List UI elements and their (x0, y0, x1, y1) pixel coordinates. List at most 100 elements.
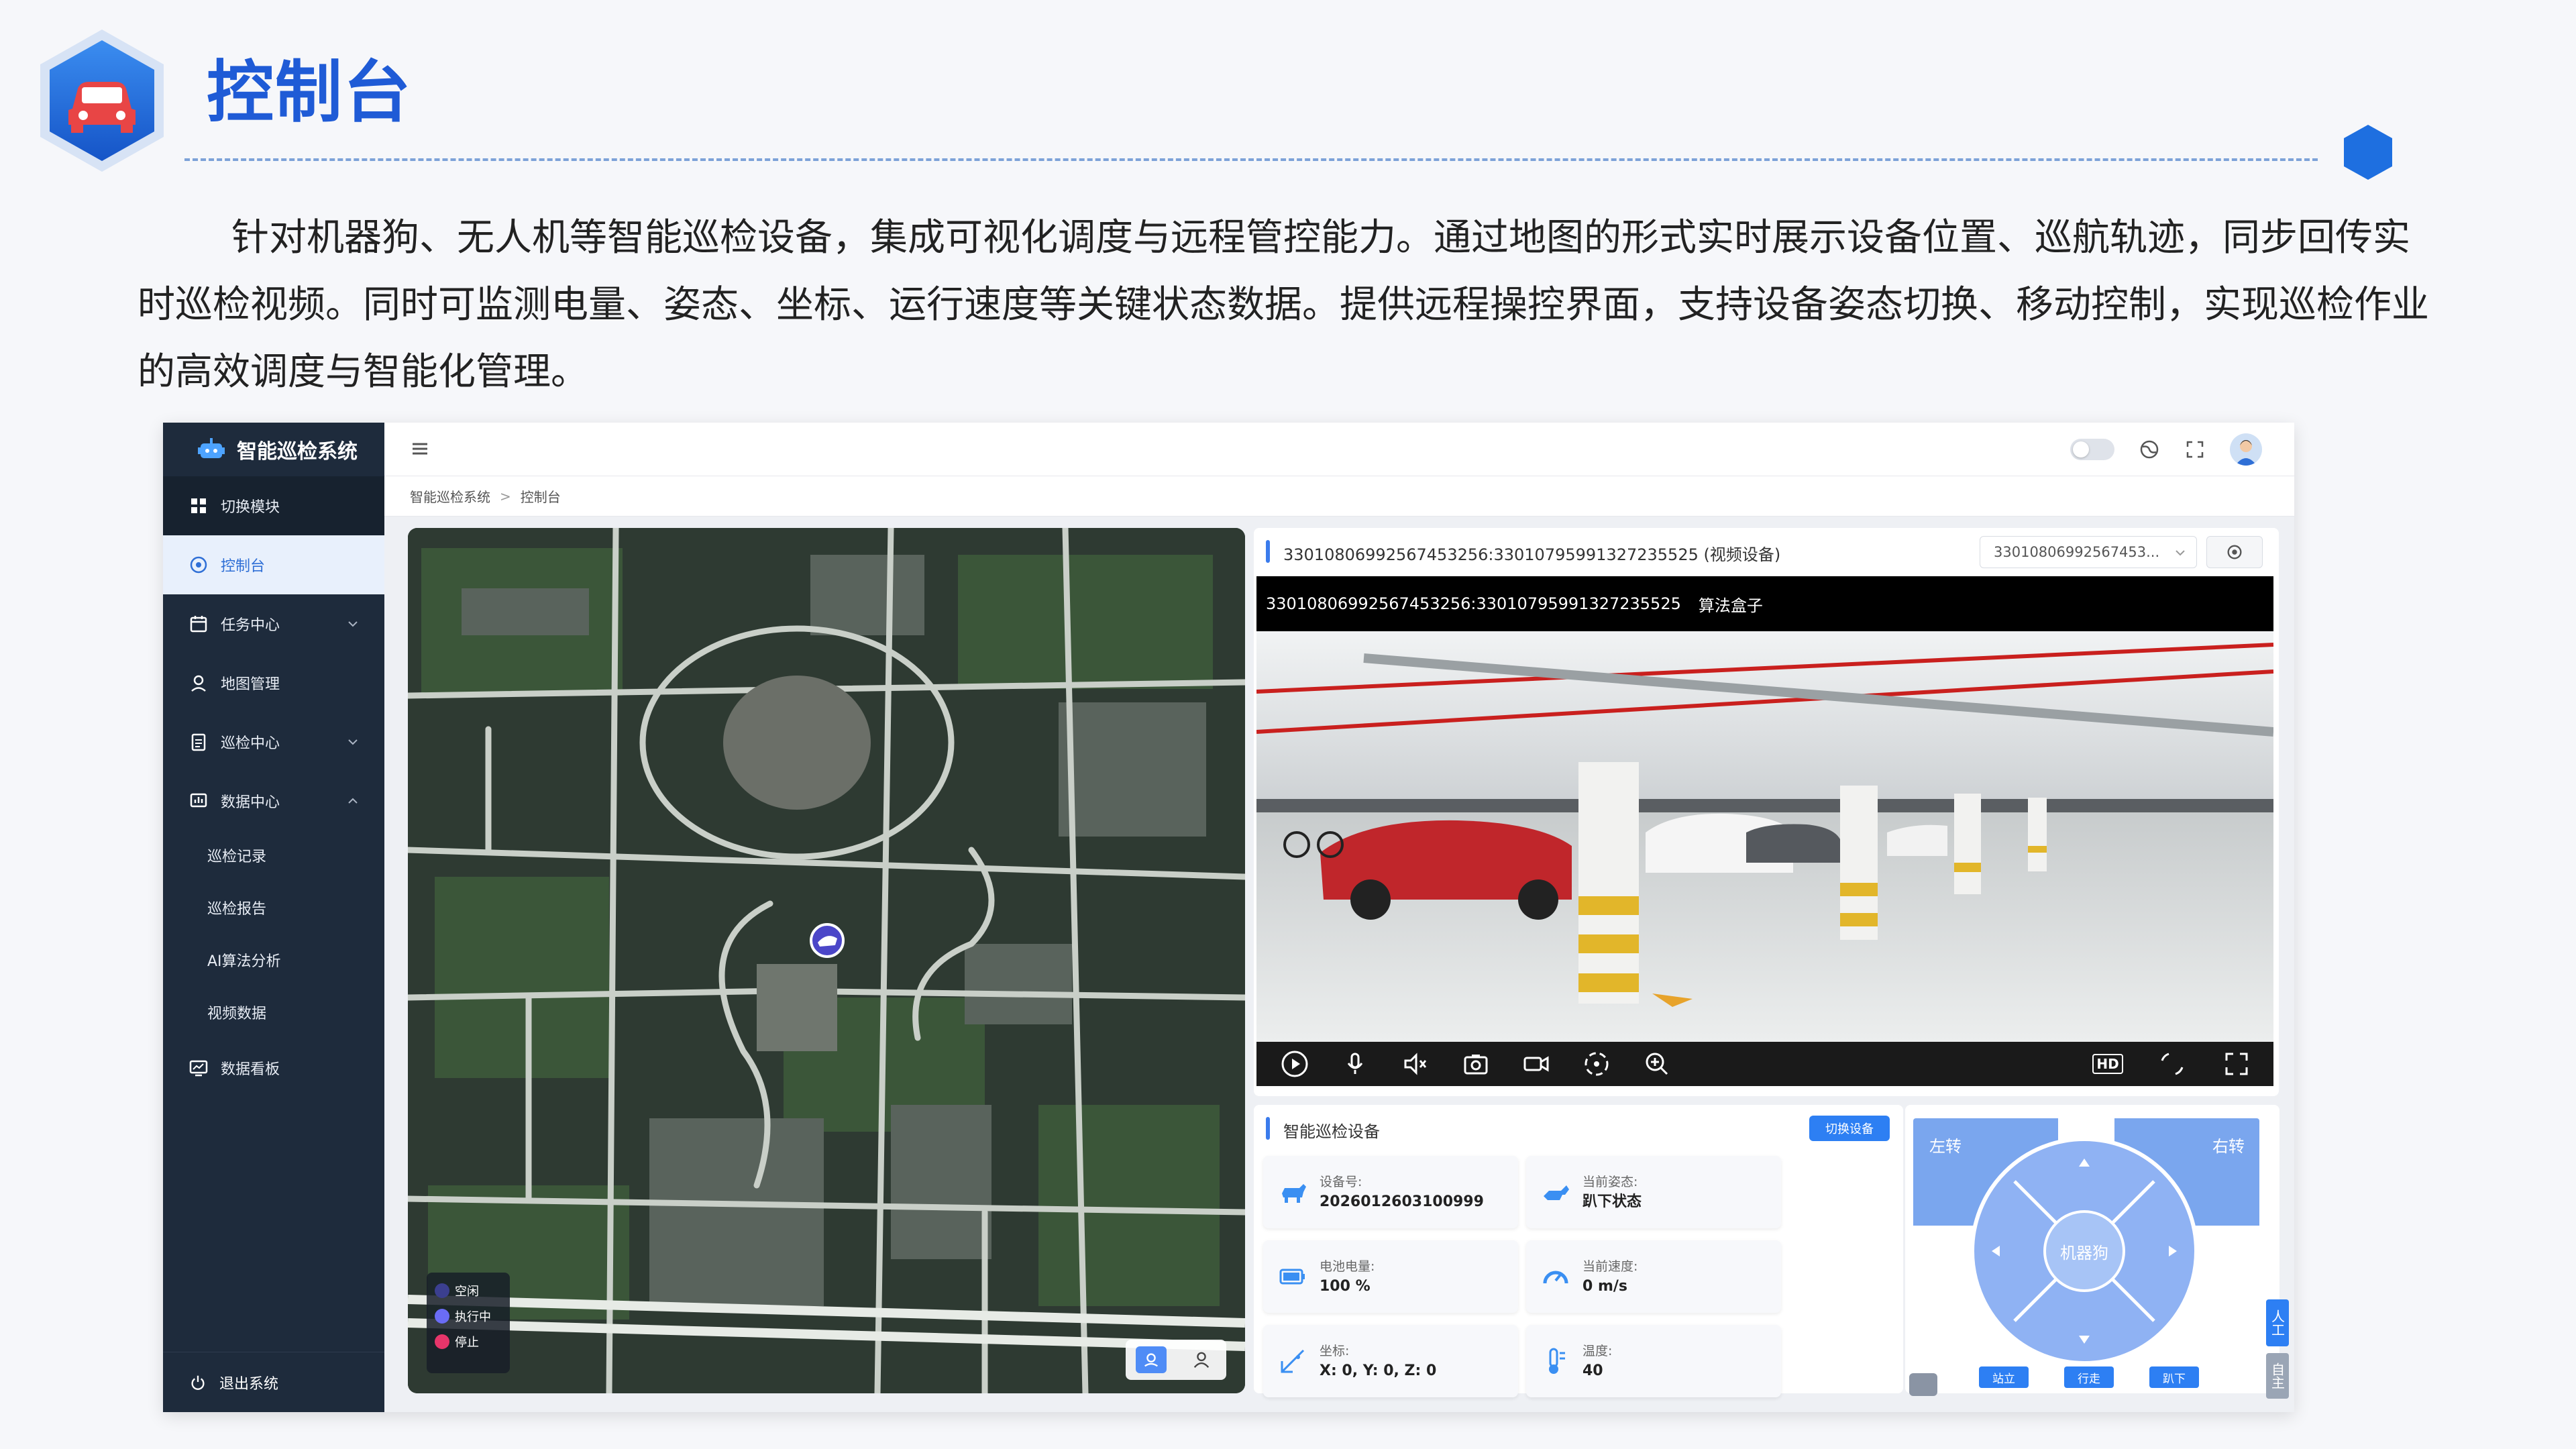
hd-button[interactable]: HD (2092, 1049, 2123, 1079)
device-id-card: 设备号: 2026012603100999 (1263, 1156, 1518, 1228)
fullscreen-icon[interactable] (2184, 439, 2206, 460)
camera-snapshot-icon[interactable] (1460, 1049, 1491, 1079)
car-badge-icon (40, 30, 164, 172)
top-bar-actions (2070, 433, 2262, 466)
clipboard-icon (191, 733, 206, 751)
top-bar (384, 423, 2294, 476)
switch-device-button[interactable]: 切换设备 (1809, 1116, 1890, 1141)
sidebar-item-inspection-records[interactable]: 巡检记录 (163, 829, 384, 881)
robot-logo-icon (198, 438, 225, 458)
video-controls-right: HD (2092, 1049, 2252, 1079)
speedometer-icon (1543, 1271, 1568, 1284)
robot-dog-icon (1282, 1184, 1306, 1203)
breadcrumb-item[interactable]: 智能巡检系统 (410, 486, 490, 506)
sidebar-item-data-dashboard[interactable]: 数据看板 (163, 1038, 384, 1097)
ptz-control-icon[interactable] (1581, 1049, 1612, 1079)
robot-dog-center-button[interactable]: 机器狗 (2043, 1210, 2125, 1292)
field-key: 温度: (1582, 1344, 1613, 1358)
sidebar-item-label: 切换模块 (221, 499, 280, 516)
legend-item-running: 执行中 (435, 1307, 502, 1325)
chevron-down-icon (348, 739, 358, 745)
sidebar-item-ai-analysis[interactable]: AI算法分析 (163, 934, 384, 986)
target-icon (2227, 545, 2242, 559)
sidebar-item-inspection-report[interactable]: 巡检报告 (163, 881, 384, 934)
turn-right-label: 右转 (2212, 1137, 2245, 1156)
field-value: 100 % (1320, 1278, 1371, 1295)
sidebar-item-video-data[interactable]: 视频数据 (163, 986, 384, 1038)
map-pin-icon (191, 675, 206, 692)
logout-label: 退出系统 (219, 1375, 279, 1393)
manual-mode-tab[interactable]: 人工 (2266, 1299, 2289, 1346)
field-value: 40 (1582, 1362, 1603, 1379)
breadcrumb-separator: > (500, 488, 511, 504)
map-layer-button[interactable] (1135, 1346, 1167, 1373)
microphone-icon[interactable] (1340, 1049, 1371, 1079)
map-imagery (408, 528, 1245, 1393)
chart-icon (190, 793, 207, 808)
brand: 智能巡检系统 (163, 423, 384, 476)
arrow-up-icon (2079, 1159, 2090, 1167)
turn-left-label: 左转 (1929, 1137, 1962, 1156)
sidebar-item-label: 地图管理 (221, 676, 280, 693)
arrow-down-icon (2079, 1336, 2090, 1344)
parking-garage-video-frame (1256, 631, 2273, 1042)
sidebar-item-task-center[interactable]: 任务中心 (163, 594, 384, 653)
grid-icon (191, 498, 206, 513)
map-user-button[interactable] (1186, 1346, 1217, 1373)
video-player[interactable]: 33010806992567453256:3301079599132723552… (1256, 576, 2273, 1086)
temperature-card: 温度: 40 (1526, 1325, 1781, 1397)
exit-fullscreen-icon[interactable] (2157, 1049, 2188, 1079)
theme-toggle[interactable] (2070, 439, 2114, 460)
video-overlay-label: 33010806992567453256:3301079599132723552… (1256, 576, 2273, 631)
satellite-map[interactable]: 空闲 执行中 停止 (408, 528, 1245, 1393)
play-icon[interactable] (1279, 1049, 1310, 1079)
fullscreen-icon[interactable] (2221, 1049, 2252, 1079)
coordinate-card: 坐标: X: 0, Y: 0, Z: 0 (1263, 1325, 1518, 1397)
field-key: 当前姿态: (1582, 1175, 1638, 1189)
dashboard-icon (190, 556, 207, 574)
sidebar-item-inspection-center[interactable]: 巡检中心 (163, 712, 384, 771)
sidebar-item-map-management[interactable]: 地图管理 (163, 653, 384, 712)
zoom-in-icon[interactable] (1642, 1049, 1672, 1079)
video-device-select[interactable]: 33010806992567453... (1980, 536, 2197, 568)
record-video-icon[interactable] (1521, 1049, 1552, 1079)
sidebar-item-label: 数据中心 (221, 794, 280, 811)
speed-card: 当前速度: 0 m/s (1526, 1240, 1781, 1313)
sidebar-item-label: 任务中心 (221, 617, 280, 634)
sidebar: 智能巡检系统 切换模块 控制台 任务中心 地图管理 巡检中心 数据中心 巡检记录… (163, 423, 384, 1412)
legend-item-idle: 空闲 (435, 1282, 502, 1299)
walk-button[interactable]: 行走 (2064, 1366, 2114, 1388)
device-status-panel: 智能巡检设备 切换设备 设备号: 2026012603100999 当前姿态: 趴下… (1254, 1105, 1903, 1397)
keyboard-icon[interactable] (1909, 1373, 1937, 1396)
sidebar-item-data-center[interactable]: 数据中心 (163, 771, 384, 830)
mute-icon[interactable] (1400, 1049, 1431, 1079)
logout-button[interactable]: 退出系统 (163, 1352, 384, 1412)
arrow-left-icon (1992, 1246, 2000, 1256)
calendar-icon (190, 616, 207, 633)
direction-pad[interactable]: 机器狗 (1970, 1137, 2198, 1365)
video-settings-button[interactable] (2206, 536, 2263, 568)
robot-location-marker[interactable] (810, 923, 845, 958)
stand-button[interactable]: 站立 (1979, 1366, 2029, 1388)
field-value: X: 0, Y: 0, Z: 0 (1320, 1362, 1437, 1379)
chevron-down-icon (2176, 550, 2185, 556)
avatar[interactable] (2230, 433, 2262, 466)
device-panel-title: 智能巡检设备 (1283, 1122, 1380, 1141)
legend-item-stopped: 停止 (435, 1333, 502, 1350)
menu-icon[interactable] (410, 439, 430, 459)
sidebar-item-switch-module[interactable]: 切换模块 (163, 476, 384, 535)
monitor-icon (189, 1060, 208, 1077)
lie-down-button[interactable]: 趴下 (2149, 1366, 2199, 1388)
sidebar-item-label: 巡检中心 (221, 735, 280, 752)
sidebar-item-label: 数据看板 (221, 1061, 280, 1078)
map-controls (1126, 1340, 1226, 1380)
video-panel-title: 33010806992567453256:3301079599132723552… (1283, 545, 1781, 564)
auto-mode-tab[interactable]: 自主 (2266, 1353, 2289, 1399)
brand-name: 智能巡检系统 (237, 440, 358, 464)
battery-card: 电池电量: 100 % (1263, 1240, 1518, 1313)
stream-id: 33010806992567453256:3301079599132723552… (1266, 594, 1681, 613)
sidebar-item-label: 控制台 (221, 558, 266, 575)
sidebar-item-console[interactable]: 控制台 (163, 535, 384, 594)
remote-control-panel: 左转 右转 机器狗 站立 行走 趴下 人工 自主 (1905, 1105, 2289, 1399)
globe-icon[interactable] (2139, 439, 2160, 460)
